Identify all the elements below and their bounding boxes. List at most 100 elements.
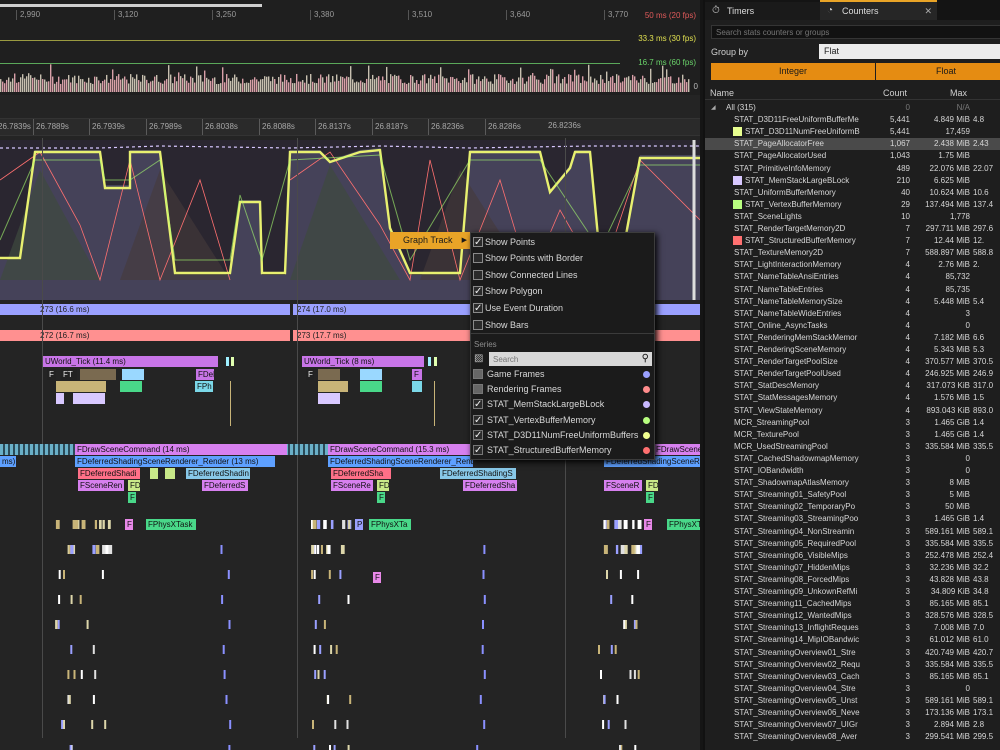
- checkbox-icon[interactable]: [473, 320, 483, 330]
- event-block[interactable]: [122, 369, 144, 380]
- event-block[interactable]: [231, 357, 234, 366]
- counter-row[interactable]: STAT_Streaming01_SafetyPool 3 5 MiB: [705, 489, 1000, 501]
- counter-row[interactable]: MCR_TexturePool 3 1.465 GiB 1.4: [705, 429, 1000, 441]
- event-fd[interactable]: FD: [377, 480, 389, 491]
- event-fdeferredshadin[interactable]: FDeferredShadin: [186, 468, 250, 479]
- series-color-swatch[interactable]: [733, 175, 742, 185]
- group-by-dropdown[interactable]: Flat: [819, 44, 1000, 59]
- event-block[interactable]: [226, 357, 229, 366]
- counter-row[interactable]: STAT_NameTableEntries 4 85,735: [705, 284, 1000, 296]
- event-block[interactable]: [73, 393, 105, 404]
- counter-row[interactable]: STAT_CachedShadowmapMemory 3 0: [705, 453, 1000, 465]
- integer-filter-button[interactable]: Integer: [711, 63, 875, 80]
- column-count-header[interactable]: Count: [883, 88, 907, 98]
- counter-row[interactable]: STAT_StructuredBufferMemory 7 12.44 MiB 12.: [705, 235, 1000, 247]
- counter-row[interactable]: STAT_StreamingOverview08_Aver 3 299.541 Mi…: [705, 731, 1000, 743]
- series-structuredbuffer[interactable]: STAT_StructuredBufferMemory: [471, 443, 654, 458]
- event-block[interactable]: [56, 393, 64, 404]
- counter-row[interactable]: STAT_Streaming12_WantedMips 3 328.576 MiB 3…: [705, 610, 1000, 622]
- counter-row[interactable]: STAT_LightInteractionMemory 4 2.76 MiB 2.: [705, 259, 1000, 271]
- series-checkbox[interactable]: [473, 443, 483, 458]
- column-max-header[interactable]: Max: [950, 88, 967, 98]
- event-block[interactable]: [120, 381, 142, 392]
- series-rendering-frames[interactable]: Rendering Frames: [471, 382, 654, 397]
- event-fdeferreds[interactable]: FDeferredS: [202, 480, 248, 491]
- counter-row[interactable]: STAT_Streaming14_MipIOBandwic 3 61.012 MiB…: [705, 634, 1000, 646]
- counter-row[interactable]: STAT_UniformBufferMemory 40 10.624 MiB 10.6: [705, 187, 1000, 199]
- counter-row[interactable]: STAT_Streaming07_HiddenMips 3 32.236 MiB 32…: [705, 562, 1000, 574]
- event-ft[interactable]: FT: [61, 369, 77, 380]
- counter-row[interactable]: MCR_UsedStreamingPool 3 335.584 MiB 335.5: [705, 441, 1000, 453]
- series-checkbox[interactable]: [473, 413, 483, 428]
- tab-timers[interactable]: ⏱ Timers: [705, 2, 820, 20]
- event-uworld-tick[interactable]: UWorld_Tick (8 ms): [302, 356, 424, 367]
- checkbox-icon[interactable]: [473, 284, 483, 300]
- series-memstack[interactable]: STAT_MemStackLargeBLock: [471, 397, 654, 412]
- event-f[interactable]: F: [306, 369, 314, 380]
- checkbox-icon[interactable]: [473, 253, 483, 263]
- counter-row[interactable]: STAT_RenderingSceneMemory 4 5.343 MiB 5.3: [705, 344, 1000, 356]
- event-fscenere[interactable]: FSceneRe: [331, 480, 373, 491]
- menu-show-points[interactable]: Show Points: [471, 234, 654, 251]
- event-block[interactable]: [360, 369, 382, 380]
- counter-row[interactable]: STAT_MemStackLargeBLock 210 6.625 MiB: [705, 175, 1000, 187]
- counter-row[interactable]: STAT_Streaming06_VisibleMips 3 252.478 MiB…: [705, 550, 1000, 562]
- checkbox-icon[interactable]: [473, 270, 483, 280]
- series-checkbox[interactable]: [473, 369, 483, 379]
- menu-show-points-border[interactable]: Show Points with Border: [471, 250, 654, 266]
- counter-row[interactable]: STAT_NameTableMemorySize 4 5.448 MiB 5.4: [705, 296, 1000, 308]
- series-search-input[interactable]: [489, 352, 652, 366]
- counter-row[interactable]: STAT_StreamingOverview01_Stre 3 420.749 Mi…: [705, 647, 1000, 659]
- counter-row[interactable]: STAT_PrimitiveInfoMemory 489 22.076 MiB 22.…: [705, 163, 1000, 175]
- counter-row[interactable]: STAT_SceneLights 10 1,778: [705, 211, 1000, 223]
- event-fdel[interactable]: FDel: [196, 369, 214, 380]
- event-fdrawscenecommand[interactable]: FDrawSceneCommand (14 ms): [75, 444, 287, 455]
- event-block[interactable]: [318, 381, 348, 392]
- counter-row[interactable]: STAT_Streaming11_CachedMips 3 85.165 MiB 85…: [705, 598, 1000, 610]
- event-block[interactable]: [165, 468, 175, 479]
- event-fdrawscenecommand[interactable]: FDrawSceneCommand (15.3 ms): [328, 444, 473, 455]
- event-fdeferredshadi[interactable]: FDeferredShadi: [78, 468, 140, 479]
- counter-row[interactable]: STAT_ShadowmapAtlasMemory 3 8 MiB: [705, 477, 1000, 489]
- counter-row[interactable]: STAT_IOBandwidth 3 0: [705, 465, 1000, 477]
- checkbox-icon[interactable]: [473, 235, 483, 251]
- counter-row[interactable]: STAT_RenderingMemStackMemor 4 7.182 MiB 6.6: [705, 332, 1000, 344]
- event-block[interactable]: [412, 381, 422, 392]
- filter-icon[interactable]: ▨: [474, 353, 483, 364]
- menu-show-polygon[interactable]: Show Polygon: [471, 283, 654, 300]
- time-ruler[interactable]: 26.7839s 26.7889s 26.7939s 26.7989s 26.8…: [0, 118, 700, 136]
- checkbox-icon[interactable]: [473, 301, 483, 317]
- counter-row[interactable]: STAT_Streaming08_ForcedMips 3 43.828 MiB 43…: [705, 574, 1000, 586]
- counter-row[interactable]: STAT_Online_AsyncTasks 4 0: [705, 320, 1000, 332]
- counter-row[interactable]: STAT_StreamingOverview07_UIGr 3 2.894 MiB 2…: [705, 719, 1000, 731]
- counter-row[interactable]: STAT_Streaming09_UnkownRefMi 3 34.809 KiB 3…: [705, 586, 1000, 598]
- series-color-swatch[interactable]: [733, 127, 742, 137]
- event-block[interactable]: [428, 357, 431, 366]
- event-f[interactable]: F: [412, 369, 422, 380]
- stats-search-input[interactable]: [711, 25, 1000, 39]
- counter-row[interactable]: STAT_D3D11FreeUniformBufferMe 5,441 4.849 …: [705, 114, 1000, 126]
- counter-row[interactable]: STAT_StreamingOverview02_Requ 3 335.584 Mi…: [705, 659, 1000, 671]
- series-checkbox[interactable]: [473, 397, 483, 412]
- event-fdeferredshading-render[interactable]: FDeferredShadingSceneRenderer_Render (14…: [328, 456, 473, 467]
- counter-row[interactable]: STAT_StreamingOverview06_Neve 3 173.136 Mi…: [705, 707, 1000, 719]
- menu-use-event-duration[interactable]: Use Event Duration: [471, 300, 654, 317]
- counter-row[interactable]: STAT_Streaming05_RequiredPool 3 335.584 Mi…: [705, 538, 1000, 550]
- series-game-frames[interactable]: Game Frames: [471, 367, 654, 382]
- counter-row[interactable]: STAT_ViewStateMemory 4 893.043 KiB 893.0: [705, 405, 1000, 417]
- counter-row[interactable]: STAT_StreamingOverview05_Unst 3 589.161 Mi…: [705, 695, 1000, 707]
- frames-histogram[interactable]: [0, 50, 690, 92]
- event-fscener[interactable]: FSceneR: [604, 480, 642, 491]
- counter-row[interactable]: STAT_TextureMemory2D 7 588.897 MiB 588.8: [705, 247, 1000, 259]
- event-uworld-tick[interactable]: UWorld_Tick (11.4 ms): [43, 356, 218, 367]
- counter-row[interactable]: STAT_NameTableWideEntries 4 3: [705, 308, 1000, 320]
- event-f[interactable]: F: [47, 369, 56, 380]
- series-checkbox[interactable]: [473, 428, 483, 443]
- series-d3d11-uniform[interactable]: STAT_D3D11NumFreeUniformBuffers: [471, 428, 654, 443]
- graph-track-menu-trigger[interactable]: Graph Track ▶: [390, 232, 470, 249]
- counter-row[interactable]: STAT_Streaming13_InflightReques 3 7.008 Mi…: [705, 622, 1000, 634]
- event-block[interactable]: ms): [0, 456, 16, 467]
- counter-row[interactable]: STAT_PageAllocatorUsed 1,043 1.75 MiB: [705, 150, 1000, 162]
- event-fdrawscenecommand[interactable]: FDrawSceneCommand (14 ms): [654, 444, 700, 455]
- counter-row[interactable]: STAT_StatMessagesMemory 4 1.576 MiB 1.5: [705, 392, 1000, 404]
